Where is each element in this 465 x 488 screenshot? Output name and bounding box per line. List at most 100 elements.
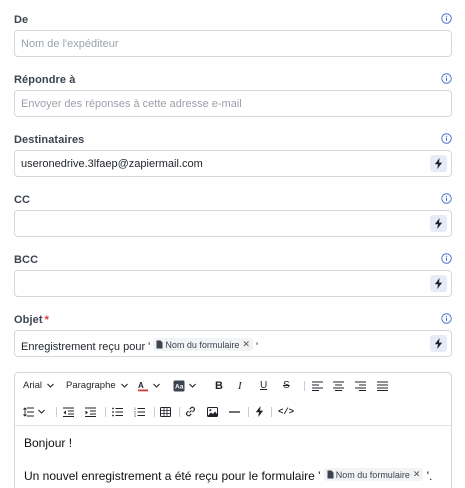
toolbar-divider [271, 407, 272, 417]
text-color-icon: A [138, 381, 148, 391]
link-icon [186, 406, 195, 417]
info-icon[interactable] [441, 133, 452, 144]
font-size-icon: Aa [173, 380, 185, 391]
line-height-icon [23, 406, 34, 417]
info-icon[interactable] [441, 313, 452, 324]
code-icon: </> [278, 406, 295, 417]
italic-glyph: I [238, 379, 242, 392]
cc-label: CC [14, 194, 31, 206]
info-icon[interactable] [441, 73, 452, 84]
reply-to-input[interactable]: Envoyer des réponses à cette adresse e-m… [14, 90, 452, 117]
link-button[interactable] [185, 399, 196, 424]
align-right-button[interactable] [355, 373, 366, 398]
svg-text:Aa: Aa [175, 383, 184, 390]
horizontal-rule-button[interactable] [229, 399, 240, 424]
outdent-button[interactable] [63, 399, 74, 424]
align-center-icon [333, 380, 344, 391]
editor-content[interactable]: Bonjour ! Un nouvel enregistrement a été… [15, 425, 451, 483]
chevron-down-icon [38, 409, 45, 414]
font-family-value: Arial [23, 380, 43, 391]
text-color-button[interactable]: A [137, 373, 161, 398]
pill-label: Nom du formulaire [165, 339, 240, 350]
bullet-list-button[interactable] [112, 399, 123, 424]
chevron-down-icon [189, 383, 196, 388]
line-height-button[interactable] [23, 399, 46, 424]
bolt-icon [434, 218, 443, 229]
toolbar-divider [154, 407, 155, 417]
align-justify-icon [377, 380, 388, 391]
required-mark: * [44, 314, 50, 326]
toolbar-row-1: Arial Paragraphe A Aa B I U S [15, 373, 451, 398]
chevron-down-icon [120, 383, 128, 388]
indent-button[interactable] [85, 399, 96, 424]
toolbar-divider [105, 407, 106, 417]
remove-token-icon[interactable]: ✕ [413, 469, 421, 480]
toolbar-divider [248, 407, 249, 417]
message-prefix: Un nouvel enregistrement a été reçu pour… [24, 469, 321, 483]
greeting-line: Bonjour ! [24, 436, 73, 450]
svg-text:3: 3 [134, 414, 136, 417]
italic-button[interactable]: I [238, 373, 242, 398]
bcc-input[interactable] [14, 270, 452, 297]
subject-suffix: ' [255, 341, 259, 353]
table-button[interactable] [160, 399, 171, 424]
align-justify-button[interactable] [377, 373, 388, 398]
insert-data-button[interactable] [430, 155, 447, 172]
info-icon[interactable] [441, 193, 452, 204]
subject-prefix: Enregistrement reçu pour ' [21, 341, 151, 353]
bolt-icon [255, 406, 264, 417]
bold-button[interactable]: B [215, 373, 223, 398]
from-placeholder: Nom de l'expéditeur [21, 38, 119, 50]
message-suffix: '. [426, 469, 433, 483]
toolbar-divider [56, 407, 57, 417]
block-type-select[interactable]: Paragraphe [66, 373, 129, 398]
chevron-down-icon [153, 383, 160, 388]
indent-icon [85, 406, 96, 417]
font-family-select[interactable]: Arial [23, 373, 55, 398]
outdent-icon [63, 406, 74, 417]
source-code-button[interactable]: </> [278, 399, 294, 424]
underline-glyph: U [260, 380, 268, 391]
field-token-pill[interactable]: Nom du formulaire ✕ [153, 338, 253, 351]
pill-label: Nom du formulaire [335, 469, 410, 480]
recipients-value: useronedrive.3lfaep@zapiermail.com [21, 158, 203, 170]
block-type-value: Paragraphe [66, 380, 116, 391]
strikethrough-button[interactable]: S [283, 373, 290, 398]
table-icon [160, 406, 171, 417]
message-line: Un nouvel enregistrement a été reçu pour… [24, 468, 432, 483]
insert-data-button[interactable] [255, 399, 264, 424]
bold-glyph: B [215, 379, 223, 392]
cc-input[interactable] [14, 210, 452, 237]
subject-input[interactable]: Enregistrement reçu pour ' Nom du formul… [14, 330, 452, 357]
from-label: De [14, 14, 29, 26]
insert-data-button[interactable] [430, 275, 447, 292]
font-size-button[interactable]: Aa [173, 373, 197, 398]
bolt-icon [434, 278, 443, 289]
toolbar-row-2: 123 </> [15, 399, 451, 424]
align-left-button[interactable] [312, 373, 323, 398]
numbered-list-button[interactable]: 123 [134, 399, 145, 424]
subject-value: Enregistrement reçu pour ' Nom du formul… [21, 338, 258, 353]
bolt-icon [434, 158, 443, 169]
field-token-pill[interactable]: Nom du formulaire ✕ [323, 468, 424, 481]
document-icon [156, 340, 163, 349]
insert-data-button[interactable] [430, 215, 447, 232]
underline-button[interactable]: U [260, 373, 267, 398]
toolbar-divider [304, 381, 305, 391]
remove-token-icon[interactable]: ✕ [242, 339, 250, 350]
bcc-label: BCC [14, 254, 39, 266]
align-center-button[interactable] [333, 373, 344, 398]
subject-label: Objet * [14, 314, 49, 326]
from-input[interactable]: Nom de l'expéditeur [14, 30, 452, 57]
insert-data-button[interactable] [430, 335, 447, 352]
info-icon[interactable] [441, 13, 452, 24]
info-icon[interactable] [441, 253, 452, 264]
svg-text:A: A [138, 381, 144, 390]
strike-glyph: S [283, 380, 290, 391]
align-left-icon [312, 380, 323, 391]
recipients-input[interactable]: useronedrive.3lfaep@zapiermail.com [14, 150, 452, 177]
reply-to-placeholder: Envoyer des réponses à cette adresse e-m… [21, 98, 242, 110]
toolbar-divider [179, 407, 180, 417]
document-icon [327, 470, 334, 479]
image-button[interactable] [207, 399, 218, 424]
